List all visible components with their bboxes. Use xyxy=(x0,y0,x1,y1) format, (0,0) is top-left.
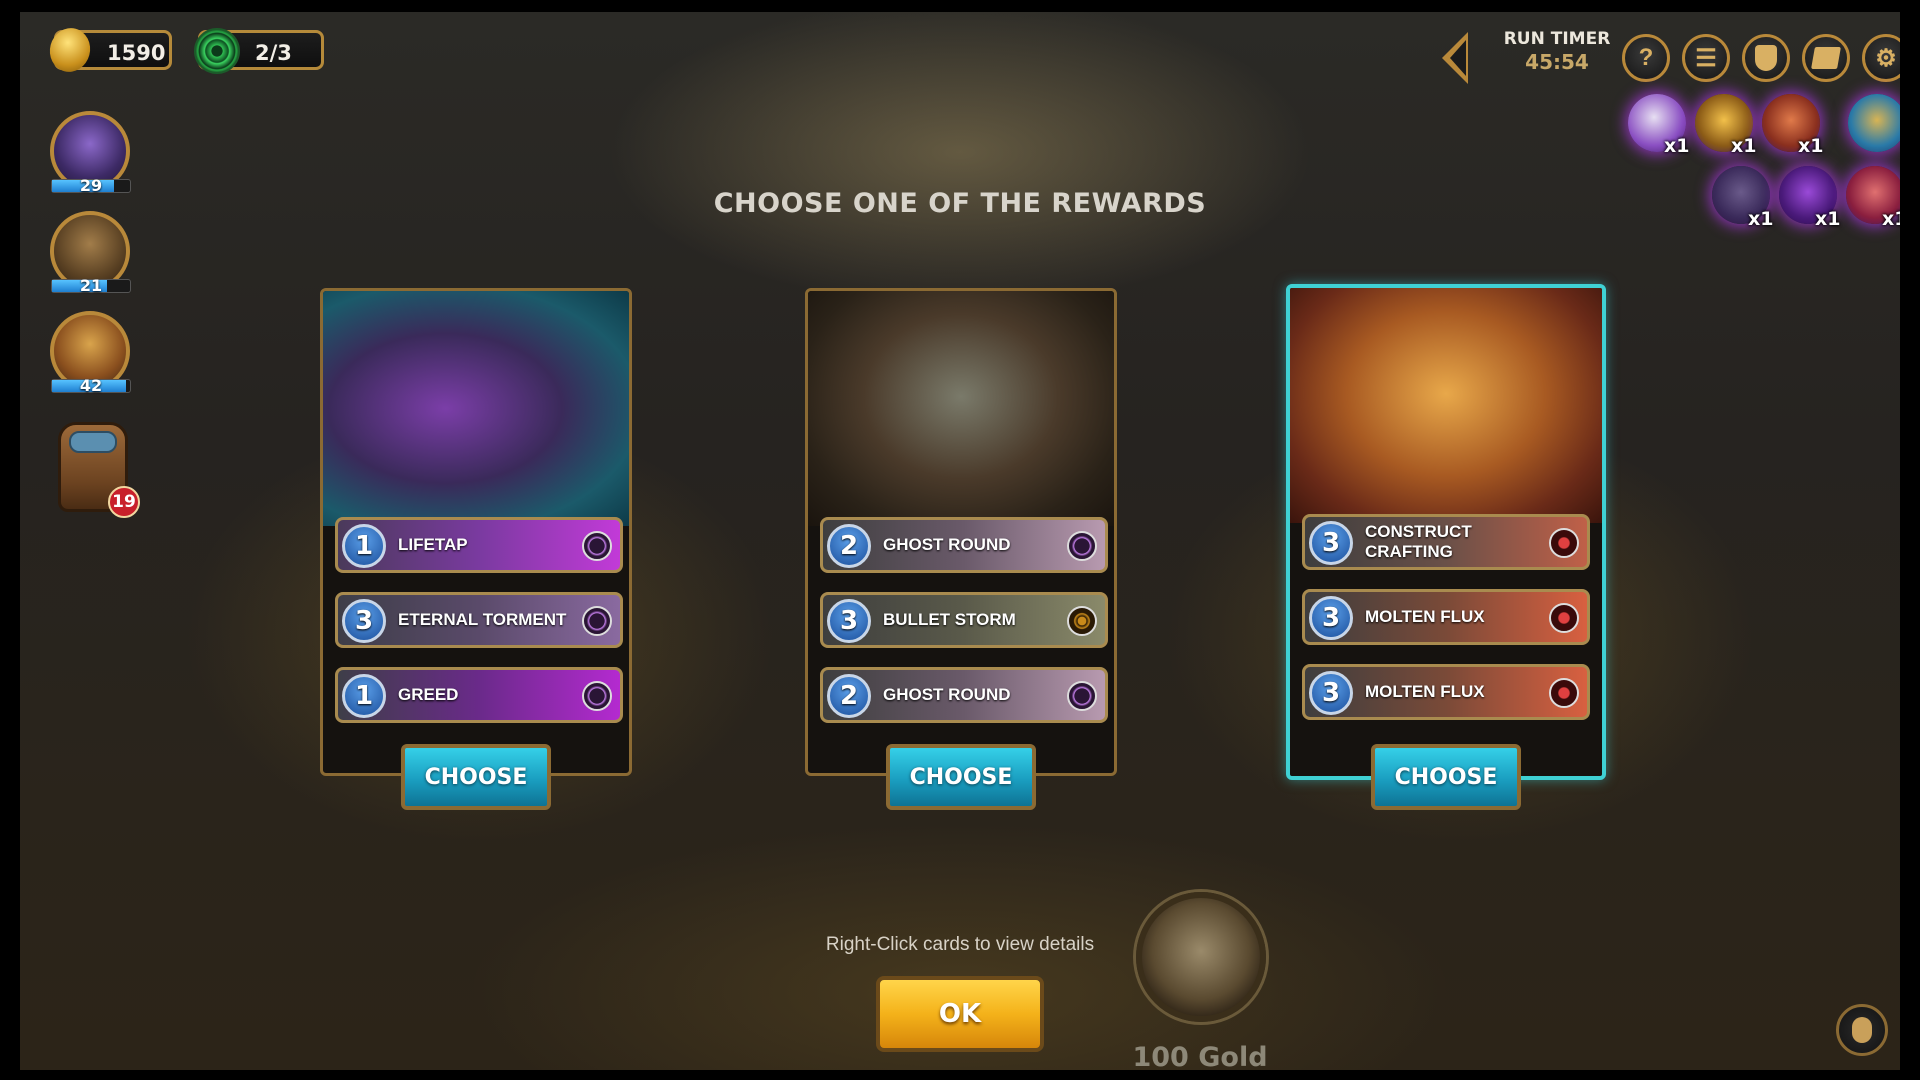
help-icon: ? xyxy=(1638,44,1654,71)
portal-swirl-icon xyxy=(194,28,240,74)
skill-slot[interactable]: 3 MOLTEN FLUX xyxy=(1302,589,1590,645)
shadow-icon xyxy=(1067,681,1097,711)
card-art-3 xyxy=(1290,288,1602,523)
gold-reward-label: 100 Gold xyxy=(1132,1042,1268,1070)
page-title: CHOOSE ONE OF THE REWARDS xyxy=(713,188,1207,219)
relic-count-3: x1 xyxy=(1798,135,1824,157)
map-icon xyxy=(1811,47,1841,69)
fire-icon xyxy=(1549,678,1579,708)
reward-screen: 1590 2/3 29 21 42 19 RUN TIMER 45:54 ? ☰… xyxy=(20,12,1900,1070)
fire-icon xyxy=(1549,603,1579,633)
skill-slot[interactable]: 3 ETERNAL TORMENT xyxy=(335,592,623,648)
skill-cost: 1 xyxy=(342,674,386,718)
skill-slot[interactable]: 1 GREED xyxy=(335,667,623,723)
skill-name: ETERNAL TORMENT xyxy=(398,610,567,629)
skill-cost: 3 xyxy=(342,599,386,643)
skill-slot[interactable]: 2 GHOST ROUND xyxy=(820,517,1108,573)
crown-relic-icon[interactable] xyxy=(1848,94,1900,152)
skill-name: BULLET STORM xyxy=(883,610,1016,629)
menu-button[interactable]: ☰ xyxy=(1682,34,1730,82)
fire-icon xyxy=(1549,528,1579,558)
skill-slot[interactable]: 3 MOLTEN FLUX xyxy=(1302,664,1590,720)
skill-name: GHOST ROUND xyxy=(883,685,1011,704)
card-art-2 xyxy=(808,291,1114,526)
skill-name: GHOST ROUND xyxy=(883,535,1011,554)
reward-card-1[interactable]: 1 LIFETAP 3 ETERNAL TORMENT 1 GREED xyxy=(320,288,632,776)
skill-cost: 3 xyxy=(1309,671,1353,715)
hero-level-2: 21 xyxy=(79,276,103,295)
backpack-flap xyxy=(69,431,117,453)
skill-name: MOLTEN FLUX xyxy=(1365,607,1485,626)
skill-name: GREED xyxy=(398,685,459,704)
shield-button[interactable] xyxy=(1742,34,1790,82)
run-timer-value: 45:54 xyxy=(1525,50,1589,74)
shadow-icon xyxy=(582,681,612,711)
relic-count-2: x1 xyxy=(1731,135,1757,157)
skill-slot[interactable]: 2 GHOST ROUND xyxy=(820,667,1108,723)
run-timer-label: RUN TIMER xyxy=(1503,29,1611,49)
skill-slot[interactable]: 3 CONSTRUCT CRAFTING xyxy=(1302,514,1590,570)
skill-cost: 3 xyxy=(1309,521,1353,565)
settings-button[interactable]: ⚙ xyxy=(1862,34,1900,82)
choose-button-1[interactable]: CHOOSE xyxy=(401,744,551,810)
hero-level-3: 42 xyxy=(79,376,103,395)
gold-value: 1590 xyxy=(107,41,166,65)
bug-icon xyxy=(1852,1017,1872,1043)
skill-name: LIFETAP xyxy=(398,535,468,554)
target-icon xyxy=(1067,606,1097,636)
skill-cost: 3 xyxy=(827,599,871,643)
shadow-icon xyxy=(582,531,612,561)
skill-cost: 3 xyxy=(1309,596,1353,640)
skill-name: CONSTRUCT CRAFTING xyxy=(1365,522,1472,561)
settings-icon: ⚙ xyxy=(1875,44,1897,72)
skill-slot[interactable]: 3 BULLET STORM xyxy=(820,592,1108,648)
ok-button[interactable]: OK xyxy=(876,976,1044,1052)
shadow-icon xyxy=(1067,531,1097,561)
reward-card-3[interactable]: 3 CONSTRUCT CRAFTING 3 MOLTEN FLUX 3 MOL… xyxy=(1286,284,1606,780)
skill-slot[interactable]: 1 LIFETAP xyxy=(335,517,623,573)
shadow-icon xyxy=(582,606,612,636)
skill-cost: 2 xyxy=(827,524,871,568)
gold-reward-emblem-icon[interactable] xyxy=(1136,892,1266,1022)
list-icon: ☰ xyxy=(1695,44,1717,72)
backpack-badge-count: 19 xyxy=(112,492,136,512)
skill-cost: 2 xyxy=(827,674,871,718)
map-button[interactable] xyxy=(1802,34,1850,82)
portal-value: 2/3 xyxy=(255,41,292,65)
reward-card-2[interactable]: 2 GHOST ROUND 3 BULLET STORM 2 GHOST ROU… xyxy=(805,288,1117,776)
backpack-badge: 19 xyxy=(108,486,140,518)
card-art-1 xyxy=(323,291,629,526)
skill-name: MOLTEN FLUX xyxy=(1365,682,1485,701)
collapse-arrow-inner xyxy=(1450,40,1466,76)
choose-button-3[interactable]: CHOOSE xyxy=(1371,744,1521,810)
skill-cost: 1 xyxy=(342,524,386,568)
bug-report-button[interactable] xyxy=(1836,1004,1888,1056)
choose-button-2[interactable]: CHOOSE xyxy=(886,744,1036,810)
shield-icon xyxy=(1755,45,1777,71)
help-button[interactable]: ? xyxy=(1622,34,1670,82)
relic-count-1: x1 xyxy=(1664,135,1690,157)
hint-text: Right-Click cards to view details xyxy=(825,934,1095,955)
